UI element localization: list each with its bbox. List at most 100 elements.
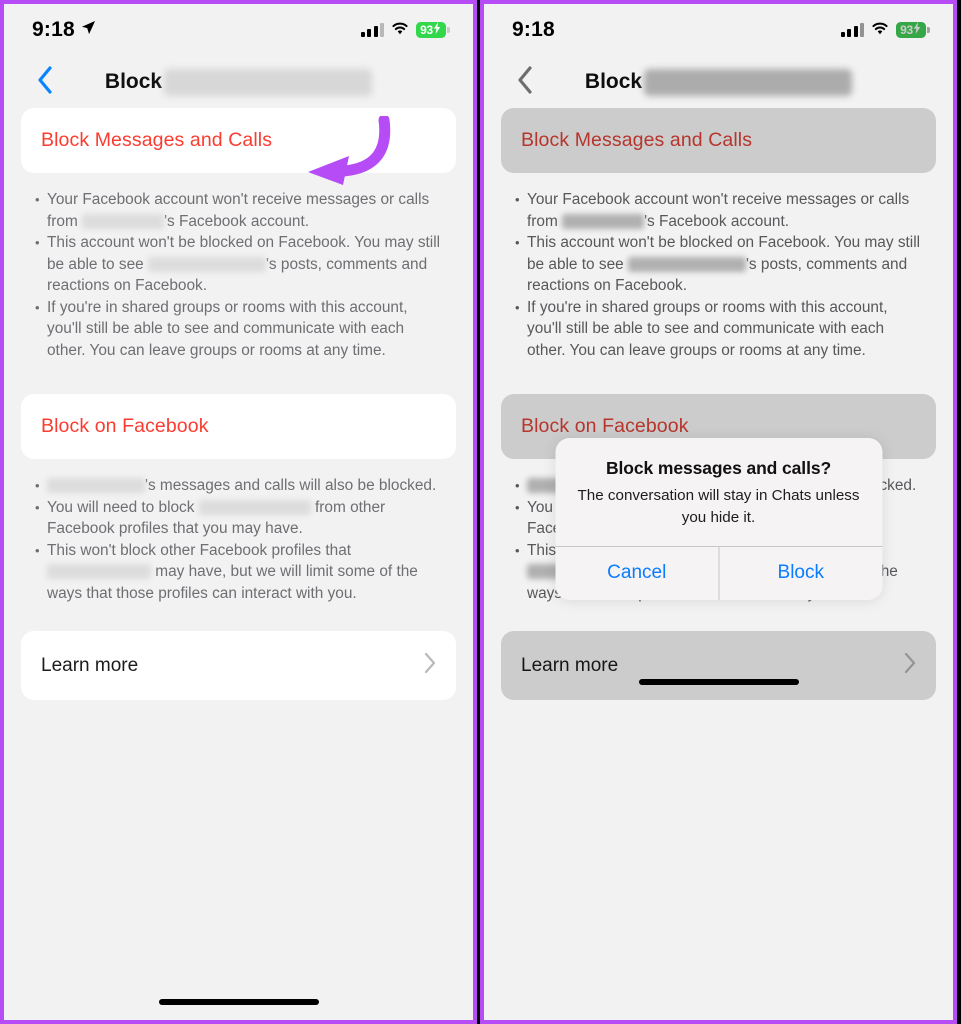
status-bar-right: 93	[840, 21, 930, 40]
block-on-facebook-row[interactable]: Block on Facebook	[21, 394, 456, 459]
bullet-dot-icon: •	[515, 542, 520, 558]
redacted-contact-name	[47, 564, 151, 580]
block-messages-and-calls-row[interactable]: Block Messages and Calls	[21, 108, 456, 173]
block-on-facebook-label: Block on Facebook	[521, 415, 689, 437]
redacted-contact-name	[198, 499, 311, 515]
settings-content: Block Messages and Calls • Your Facebook …	[4, 108, 473, 700]
status-bar: 9:18 93	[4, 4, 473, 56]
learn-more-row[interactable]: Learn more	[501, 631, 936, 700]
block-messages-and-calls-description: • Your Facebook account won't receive mes…	[501, 173, 936, 361]
home-indicator	[638, 679, 799, 685]
bullet-text: This account won't be blocked on Faceboo…	[527, 234, 921, 294]
navigation-bar: Block	[484, 56, 953, 108]
bullet-dot-icon: •	[35, 499, 40, 515]
nav-title-container: Block	[4, 68, 473, 96]
bullet-text: If you're in shared groups or rooms with…	[527, 298, 888, 359]
navigation-bar: Block	[4, 56, 473, 108]
alert-actions: Cancel Block	[555, 546, 882, 600]
bullet-text: If you're in shared groups or rooms with…	[47, 298, 408, 359]
bullet-dot-icon: •	[515, 478, 520, 493]
learn-more-label: Learn more	[521, 654, 619, 676]
status-time: 9:18	[512, 18, 555, 41]
redacted-contact-name	[82, 213, 165, 229]
nav-title-container: Block	[484, 68, 953, 96]
phone-screen-left: 9:18 93 Block Block Messages and Calls •…	[4, 4, 473, 1020]
chevron-left-icon	[517, 65, 533, 99]
bullet-item: • 's messages and calls will also be bloc…	[35, 475, 446, 497]
back-button[interactable]	[512, 65, 538, 99]
bullet-item: • You will need to block from other Faceb…	[35, 497, 446, 540]
status-bar-left: 9:18	[512, 18, 555, 42]
status-bar-left: 9:18	[32, 18, 96, 42]
redacted-contact-name	[644, 68, 853, 96]
bullet-item: • Your Facebook account won't receive mes…	[515, 189, 926, 232]
status-bar-right: 93	[360, 21, 450, 40]
learn-more-label: Learn more	[41, 654, 139, 676]
charging-bolt-icon	[913, 21, 921, 39]
bullet-dot-icon: •	[515, 235, 520, 250]
redacted-contact-name	[47, 478, 145, 494]
chevron-right-icon	[424, 652, 436, 679]
bullet-item: • This account won't be blocked on Facebo…	[35, 232, 446, 297]
block-on-facebook-description: • 's messages and calls will also be bloc…	[21, 459, 456, 604]
bullet-dot-icon: •	[35, 235, 40, 250]
redacted-contact-name	[147, 256, 266, 272]
block-messages-and-calls-label: Block Messages and Calls	[521, 129, 753, 151]
bullet-dot-icon: •	[35, 478, 40, 493]
bullet-dot-icon: •	[515, 499, 520, 515]
charging-bolt-icon	[433, 21, 441, 39]
bullet-item: • Your Facebook account won't receive mes…	[35, 189, 446, 232]
bullet-dot-icon: •	[35, 542, 40, 558]
screenshot-stage: 9:18 93 Block Block Messages and Calls •…	[0, 0, 961, 1024]
back-button[interactable]	[32, 65, 58, 99]
status-bar: 9:18 93	[484, 4, 953, 56]
bullet-dot-icon: •	[515, 192, 520, 207]
redacted-contact-name	[562, 213, 645, 229]
alert-message: The conversation will stay in Chats unle…	[577, 487, 860, 526]
alert-body: Block messages and calls? The conversati…	[555, 438, 882, 546]
status-time: 9:18	[32, 18, 75, 41]
bullet-dot-icon: •	[515, 299, 520, 315]
bullet-text: 's messages and calls will also be block…	[47, 475, 446, 497]
bullet-dot-icon: •	[35, 299, 40, 315]
redacted-contact-name	[164, 68, 373, 96]
phone-screen-right: 9:18 93 Block Block Messages and Calls •…	[484, 4, 953, 1020]
bullet-text: Your Facebook account won't receive mess…	[527, 191, 910, 230]
block-confirmation-alert: Block messages and calls? The conversati…	[555, 438, 882, 600]
bullet-item: • If you're in shared groups or rooms wit…	[35, 297, 446, 362]
bullet-item: • If you're in shared groups or rooms wit…	[515, 297, 926, 362]
chevron-right-icon	[904, 652, 916, 679]
cancel-button[interactable]: Cancel	[555, 547, 719, 600]
alert-title: Block messages and calls?	[605, 458, 832, 478]
bullet-dot-icon: •	[35, 192, 40, 207]
battery-level: 93	[420, 23, 433, 37]
bullet-item: • This won't block other Facebook profile…	[35, 540, 446, 605]
signal-bars-icon	[360, 23, 384, 37]
bullet-item: • This account won't be blocked on Facebo…	[515, 232, 926, 297]
chevron-left-icon	[37, 65, 53, 99]
home-indicator	[158, 999, 319, 1005]
bullet-text: Your Facebook account won't receive mess…	[47, 191, 430, 230]
page-title: Block	[584, 70, 643, 93]
redacted-contact-name	[627, 256, 746, 272]
settings-content: Block Messages and Calls • Your Facebook …	[484, 108, 953, 700]
block-messages-and-calls-description: • Your Facebook account won't receive mes…	[21, 173, 456, 361]
battery-icon: 93	[416, 21, 450, 39]
block-messages-and-calls-row[interactable]: Block Messages and Calls	[501, 108, 936, 173]
bullet-text: This won't block other Facebook profiles…	[47, 541, 418, 602]
phone-screenshot-right: 9:18 93 Block Block Messages and Calls •…	[480, 0, 957, 1024]
block-button[interactable]: Block	[718, 547, 883, 600]
phone-screenshot-left: 9:18 93 Block Block Messages and Calls •…	[0, 0, 477, 1024]
wifi-icon	[391, 21, 409, 40]
location-arrow-icon	[81, 20, 96, 40]
signal-bars-icon	[840, 23, 864, 37]
block-on-facebook-label: Block on Facebook	[41, 415, 209, 437]
page-title: Block	[104, 70, 163, 93]
wifi-icon	[871, 21, 889, 40]
bullet-text: You will need to block from other Facebo…	[47, 498, 386, 538]
battery-icon: 93	[896, 21, 930, 39]
learn-more-row[interactable]: Learn more	[21, 631, 456, 700]
battery-level: 93	[900, 23, 913, 37]
bullet-text: This account won't be blocked on Faceboo…	[47, 234, 441, 294]
block-messages-and-calls-label: Block Messages and Calls	[41, 129, 273, 151]
